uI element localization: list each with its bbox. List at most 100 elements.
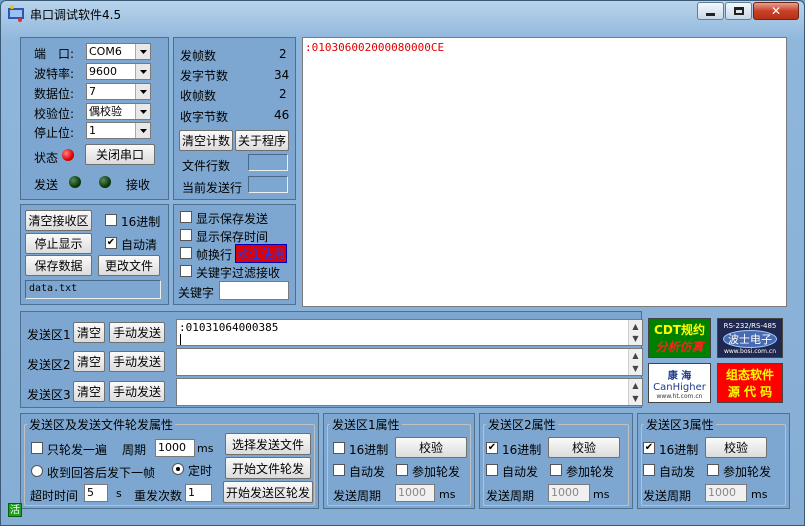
filename-display: data.txt: [25, 280, 161, 299]
area2-verify-button[interactable]: 校验: [548, 437, 620, 458]
scroll-down-icon[interactable]: ▼: [629, 392, 642, 405]
send-area-1-input[interactable]: :01031064000385 ▲ ▼: [176, 319, 643, 346]
checkmark-icon: ✔: [487, 442, 497, 453]
canhigher-ad-en: CanHigher: [653, 381, 706, 393]
area1-verify-button[interactable]: 校验: [395, 437, 467, 458]
area3-hex-checkbox[interactable]: ✔: [643, 442, 655, 454]
resend-input[interactable]: 1: [185, 484, 212, 502]
area1-auto-checkbox[interactable]: [333, 464, 345, 476]
maximize-icon: [733, 7, 744, 15]
status-label: 状态: [34, 151, 59, 165]
minimize-button[interactable]: [697, 2, 724, 20]
serial-settings-panel: 端 口: COM6 波特率: 9600 数据位: 7 校验位: 偶校验 停止位:…: [20, 37, 169, 200]
receive-area[interactable]: :010306002000080000CE: [302, 37, 787, 307]
send-area-1-label: 发送区1: [27, 328, 71, 342]
send-area-2-scrollbar[interactable]: ▲ ▼: [628, 349, 642, 375]
cdt-ad-line1: CDT规约: [654, 323, 705, 337]
save-data-button[interactable]: 保存数据: [25, 255, 92, 276]
keyword-filter-label: 关键字过滤接收: [196, 266, 281, 280]
file-lines-display: [248, 154, 288, 171]
canhigher-ad-banner[interactable]: 康 海 CanHigher www.ht.com.cn: [648, 363, 711, 403]
hex-display-checkbox[interactable]: [105, 214, 117, 226]
baud-select[interactable]: 9600: [86, 63, 151, 80]
parity-select[interactable]: 偶校验: [86, 103, 151, 120]
send-area-2-manual-button[interactable]: 手动发送: [109, 351, 165, 372]
canhigher-ad-url: www.ht.com.cn: [656, 392, 703, 400]
send-area-3-input[interactable]: ▲ ▼: [176, 378, 643, 406]
send-area-3-scrollbar[interactable]: ▲ ▼: [628, 379, 642, 405]
app-icon: [7, 5, 25, 22]
area1-hex-checkbox[interactable]: [333, 442, 345, 454]
send-area-3-clear-button[interactable]: 清空: [73, 381, 105, 402]
reply-next-label: 收到回答后发下一帧: [47, 466, 156, 480]
area1-period-unit: ms: [439, 488, 456, 501]
area2-join-checkbox[interactable]: [550, 464, 562, 476]
auto-clear-label: 自动清: [121, 238, 158, 252]
area3-auto-checkbox[interactable]: [643, 464, 655, 476]
chevron-down-icon: [135, 104, 150, 119]
area1-period-label: 发送周期: [333, 489, 382, 503]
area2-period-input[interactable]: 1000: [548, 484, 590, 502]
close-port-button[interactable]: 关闭串口: [85, 144, 155, 165]
about-button[interactable]: 关于程序: [235, 130, 289, 151]
clear-count-button[interactable]: 清空计数: [179, 130, 233, 151]
chevron-down-icon: [135, 64, 150, 79]
select-file-button[interactable]: 选择发送文件: [225, 433, 311, 455]
change-file-button[interactable]: 更改文件: [98, 255, 160, 276]
start-area-poll-button[interactable]: 开始发送区轮发: [223, 481, 313, 503]
bosi-ad-top: RS-232/RS-485: [723, 321, 777, 330]
auto-clear-checkbox[interactable]: ✔: [105, 237, 117, 249]
send-area-1-manual-button[interactable]: 手动发送: [109, 322, 165, 343]
area3-verify-button[interactable]: 校验: [705, 437, 767, 458]
start-file-poll-button[interactable]: 开始文件轮发: [225, 457, 311, 479]
show-save-send-label: 显示保存发送: [196, 212, 269, 226]
frame-newline-label: 帧换行: [196, 248, 233, 262]
area2-auto-checkbox[interactable]: [486, 464, 498, 476]
send-area-1-scrollbar[interactable]: ▲ ▼: [628, 320, 642, 345]
cdt-ad-line2: 分析仿真: [655, 340, 704, 354]
send-area-3-manual-button[interactable]: 手动发送: [109, 381, 165, 402]
area1-period-input[interactable]: 1000: [395, 484, 435, 502]
send-area-1-clear-button[interactable]: 清空: [73, 322, 105, 343]
parity-value: 偶校验: [89, 105, 122, 118]
zutai-ad-banner[interactable]: 组态软件 源 代 码: [717, 363, 783, 403]
send-area-2-input[interactable]: ▲ ▼: [176, 348, 643, 376]
send-led-icon: [69, 176, 81, 188]
scroll-up-icon[interactable]: ▲: [629, 349, 642, 362]
period-label: 周期: [122, 443, 147, 457]
timeout-label: 超时时间: [30, 489, 79, 503]
welcome-banner[interactable]: 欢迎使用: [235, 244, 288, 263]
area3-join-checkbox[interactable]: [707, 464, 719, 476]
port-select[interactable]: COM6: [86, 43, 151, 60]
keyword-input[interactable]: [219, 281, 289, 300]
scroll-down-icon[interactable]: ▼: [629, 332, 642, 345]
reply-next-radio[interactable]: [31, 465, 43, 477]
databits-select[interactable]: 7: [86, 83, 151, 100]
cdt-ad-banner[interactable]: CDT规约 分析仿真: [648, 318, 711, 358]
send-areas-panel: 发送区1 清空 手动发送 :01031064000385 ▲ ▼ 发送区2 清空 …: [20, 311, 643, 408]
area3-period-input[interactable]: 1000: [705, 484, 747, 502]
timed-radio[interactable]: [172, 463, 184, 475]
scroll-down-icon[interactable]: ▼: [629, 362, 642, 375]
timeout-input[interactable]: 5: [84, 484, 108, 502]
scroll-up-icon[interactable]: ▲: [629, 379, 642, 392]
file-lines-label: 文件行数: [182, 159, 231, 173]
show-save-time-checkbox[interactable]: [180, 229, 192, 241]
bosi-ad-banner[interactable]: RS-232/RS-485 波士电子 www.bosi.com.cn: [717, 318, 783, 358]
clear-receive-button[interactable]: 清空接收区: [25, 210, 92, 231]
keyword-filter-checkbox[interactable]: [180, 265, 192, 277]
send-area-2-clear-button[interactable]: 清空: [73, 351, 105, 372]
only-once-checkbox[interactable]: [31, 442, 43, 454]
area2-group-title: 发送区2属性: [486, 416, 558, 433]
maximize-button[interactable]: [725, 2, 752, 20]
close-button[interactable]: ✕: [753, 2, 799, 20]
current-line-label: 当前发送行: [182, 181, 243, 195]
tx-bytes-value: 34: [274, 68, 290, 82]
area1-join-checkbox[interactable]: [396, 464, 408, 476]
stop-display-button[interactable]: 停止显示: [25, 233, 92, 254]
frame-newline-checkbox[interactable]: [180, 247, 192, 259]
period-input[interactable]: 1000: [155, 439, 195, 457]
stopbits-select[interactable]: 1: [86, 122, 151, 139]
show-save-send-checkbox[interactable]: [180, 211, 192, 223]
area2-hex-checkbox[interactable]: ✔: [486, 442, 498, 454]
